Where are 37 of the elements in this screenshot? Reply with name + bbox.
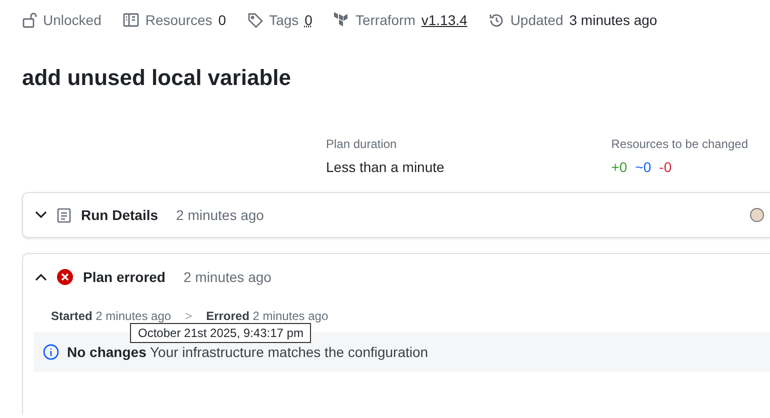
run-details-card[interactable]: Run Details 2 minutes ago [22,192,770,238]
errored-time: Errored 2 minutes ago [206,309,328,323]
version-link[interactable]: v1.13.4 [421,12,468,28]
meta-value: 0 [218,12,226,28]
terraform-logo-icon [334,12,350,28]
stat-label: Resources to be changed [611,137,748,151]
destroy-count: -0 [659,159,672,175]
meta-value: 3 minutes ago [569,12,658,28]
meta-label: Updated [510,12,564,28]
stat-label: Plan duration [326,137,398,151]
separator-mark: > [185,309,192,323]
chevron-down-icon[interactable] [35,211,47,219]
tag-icon [248,12,264,28]
info-icon [43,344,59,360]
stat-value: Less than a minute [326,159,446,175]
meta-label: Resources [145,12,212,28]
meta-label: Terraform [355,12,416,28]
history-icon [489,12,504,28]
chevron-up-icon[interactable] [35,273,47,281]
meta-label: Unlocked [43,12,102,28]
card-title: Plan errored [83,269,166,285]
add-count: +0 [611,159,628,175]
error-icon [57,269,73,285]
notice-text: No changes Your infrastructure matches the configuration [67,344,428,360]
document-icon [123,13,140,27]
date-tooltip: October 21st 2025, 9:43:17 pm [130,323,312,343]
unlocked-padlock-icon [22,12,37,28]
card-time: 2 minutes ago [183,269,272,285]
meta-value[interactable]: 0 [304,12,312,28]
avatar-icon [750,208,764,222]
card-time: 2 minutes ago [176,207,264,223]
change-count: ~0 [635,159,652,175]
run-title: add unused local variable [22,65,292,92]
card-title: Run Details [81,207,158,223]
list-icon [57,208,71,222]
started-time: Started 2 minutes ago [51,309,172,323]
meta-label: Tags [269,12,299,28]
